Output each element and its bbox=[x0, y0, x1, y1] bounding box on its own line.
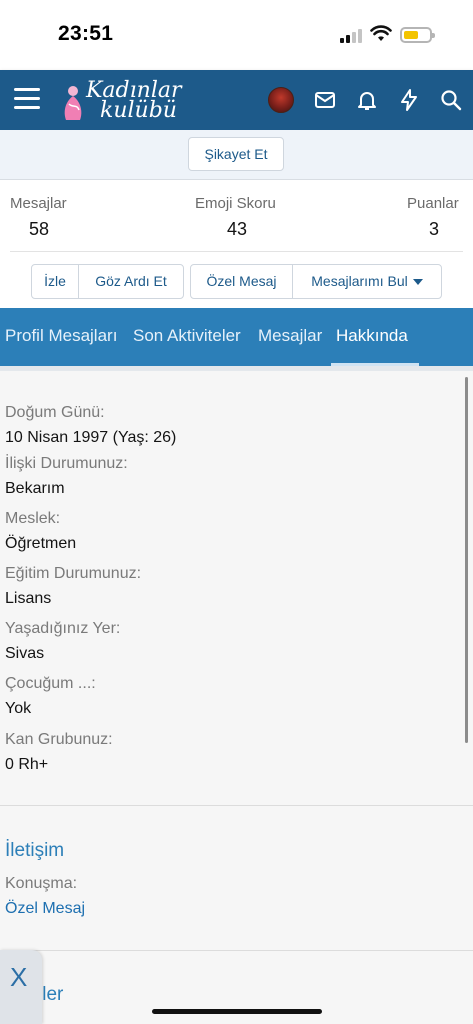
occupation-label: Meslek: bbox=[5, 510, 61, 527]
status-time: 23:51 bbox=[58, 22, 114, 45]
stat-emoji-value: 43 bbox=[227, 219, 248, 239]
private-message-link[interactable]: Özel Mesaj bbox=[5, 900, 85, 918]
children-label: Çocuğum ...: bbox=[5, 675, 96, 692]
logo-text-line2: kulübü bbox=[100, 98, 177, 123]
battery-icon bbox=[400, 27, 435, 43]
private-message-button[interactable]: Özel Mesaj bbox=[190, 264, 293, 299]
contact-title: İletişim bbox=[5, 840, 65, 861]
close-icon[interactable]: X bbox=[10, 962, 27, 993]
logo-lady-icon bbox=[64, 86, 82, 120]
app-header: Kadınlar kulübü bbox=[0, 70, 473, 130]
user-avatar[interactable] bbox=[268, 87, 294, 113]
stat-points-label: Puanlar bbox=[407, 195, 459, 212]
wifi-icon bbox=[370, 25, 392, 41]
lightning-icon[interactable] bbox=[397, 88, 421, 112]
stat-points-value: 3 bbox=[429, 219, 440, 239]
relationship-value: Bekarım bbox=[5, 480, 65, 497]
birthday-label: Doğum Günü: bbox=[5, 404, 105, 421]
conversation-label: Konuşma: bbox=[5, 875, 78, 892]
find-messages-button[interactable]: Mesajlarımı Bul bbox=[292, 264, 442, 299]
site-logo[interactable]: Kadınlar kulübü bbox=[60, 76, 190, 126]
hamburger-menu-icon[interactable] bbox=[14, 88, 42, 112]
tab-about[interactable]: Hakkında bbox=[336, 308, 408, 366]
education-label: Eğitim Durumunuz: bbox=[5, 565, 142, 582]
dropdown-caret-icon bbox=[412, 279, 423, 286]
tab-messages[interactable]: Mesajlar bbox=[258, 308, 322, 366]
children-value: Yok bbox=[5, 700, 32, 717]
report-button[interactable]: Şikayet Et bbox=[188, 137, 284, 171]
education-value: Lisans bbox=[5, 590, 52, 607]
inbox-icon[interactable] bbox=[313, 88, 337, 112]
scrollbar[interactable] bbox=[465, 377, 468, 743]
occupation-value: Öğretmen bbox=[5, 535, 77, 552]
location-label: Yaşadığınız Yer: bbox=[5, 620, 121, 637]
status-bar: 23:51 bbox=[0, 0, 473, 70]
blood-type-value: 0 Rh+ bbox=[5, 756, 49, 773]
ignore-button[interactable]: Göz Ardı Et bbox=[78, 264, 184, 299]
location-value: Sivas bbox=[5, 645, 45, 662]
birthday-value: 10 Nisan 1997 (Yaş: 26) bbox=[5, 429, 177, 446]
home-indicator[interactable] bbox=[152, 1009, 322, 1014]
stats-divider bbox=[10, 251, 463, 252]
cellular-signal-icon bbox=[340, 28, 362, 43]
find-messages-label: Mesajlarımı Bul bbox=[311, 273, 408, 289]
tab-recent-activity[interactable]: Son Aktiviteler bbox=[133, 308, 241, 366]
tab-profile-messages[interactable]: Profil Mesajları bbox=[5, 308, 117, 366]
battery-nub bbox=[432, 33, 435, 38]
battery-level bbox=[404, 31, 418, 39]
follow-button[interactable]: İzle bbox=[31, 264, 79, 299]
stat-emoji-label: Emoji Skoru bbox=[195, 195, 276, 212]
bell-icon[interactable] bbox=[355, 88, 379, 112]
search-icon[interactable] bbox=[439, 88, 463, 112]
profile-tabs: Profil Mesajları Son Aktiviteler Mesajla… bbox=[0, 308, 473, 366]
stat-messages-label: Mesajlar bbox=[10, 195, 67, 212]
stat-messages-value: 58 bbox=[29, 219, 50, 239]
relationship-label: İlişki Durumunuz: bbox=[5, 455, 128, 472]
blood-type-label: Kan Grubunuz: bbox=[5, 731, 113, 748]
